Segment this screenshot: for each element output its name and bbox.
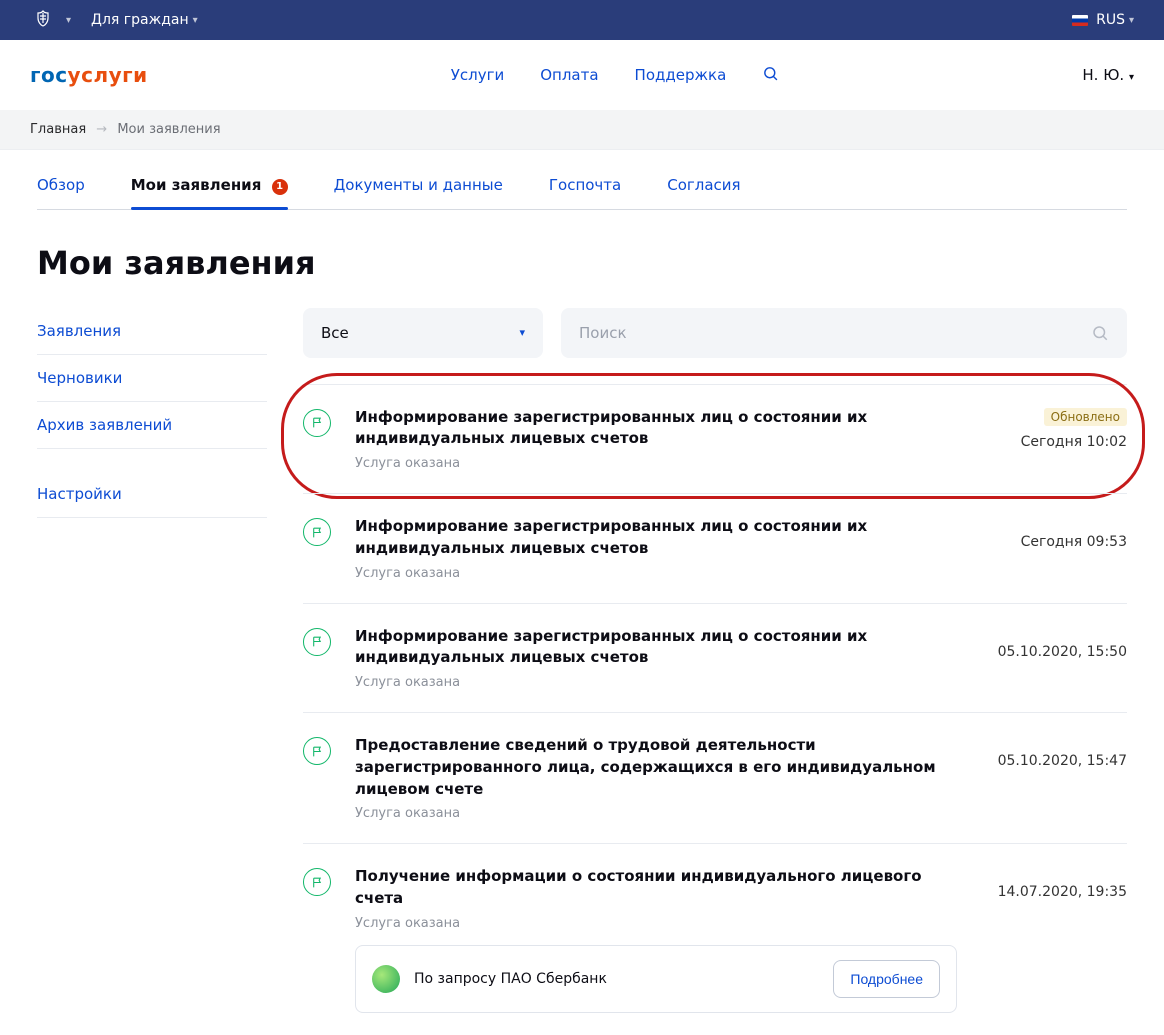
application-title: Предоставление сведений о трудовой деяте… (355, 735, 957, 800)
application-item[interactable]: Информирование зарегистрированных лиц о … (303, 603, 1127, 713)
sidebar-applications[interactable]: Заявления (37, 308, 267, 355)
search-icon (1091, 324, 1109, 342)
application-time: Сегодня 09:53 (991, 534, 1127, 550)
application-title: Информирование зарегистрированных лиц о … (355, 626, 957, 670)
flag-icon (303, 868, 331, 896)
application-title: Информирование зарегистрированных лиц о … (355, 516, 957, 560)
request-note: По запросу ПАО Сбербанк Подробнее (355, 945, 957, 1013)
tab-consents[interactable]: Согласия (667, 176, 740, 209)
breadcrumb-root[interactable]: Главная (30, 122, 86, 137)
note-text: По запросу ПАО Сбербанк (414, 971, 819, 987)
flag-icon (303, 628, 331, 656)
application-time: 05.10.2020, 15:50 (991, 644, 1127, 660)
application-time: 05.10.2020, 15:47 (991, 753, 1127, 769)
breadcrumb-current: Мои заявления (117, 122, 220, 137)
breadcrumb: Главная → Мои заявления (0, 110, 1164, 150)
application-status: Услуга оказана (355, 566, 957, 581)
flag-icon (303, 518, 331, 546)
sidebar: Заявления Черновики Архив заявлений Наст… (37, 308, 267, 518)
tabs: Обзор Мои заявления 1 Документы и данные… (37, 150, 1127, 210)
tab-overview[interactable]: Обзор (37, 176, 85, 209)
application-status: Услуга оказана (355, 916, 957, 931)
application-item[interactable]: Предоставление сведений о трудовой деяте… (303, 712, 1127, 843)
main-nav: госуслуги Услуги Оплата Поддержка Н. Ю. … (0, 40, 1164, 110)
logo[interactable]: госуслуги (30, 63, 148, 87)
tab-documents[interactable]: Документы и данные (334, 176, 503, 209)
badge-count: 1 (272, 179, 288, 195)
nav-support[interactable]: Поддержка (635, 66, 727, 84)
flag-icon (303, 737, 331, 765)
language-selector[interactable]: RUS (1096, 12, 1125, 28)
sidebar-settings[interactable]: Настройки (37, 471, 267, 518)
flag-ru-icon (1072, 15, 1088, 26)
caret-down-icon: ▾ (1129, 72, 1134, 83)
search-icon[interactable] (762, 65, 779, 86)
government-bar: ▾ Для граждан ▾ RUS ▾ (0, 0, 1164, 40)
nav-pay[interactable]: Оплата (540, 66, 598, 84)
nav-services[interactable]: Услуги (451, 66, 504, 84)
application-status: Услуга оказана (355, 456, 957, 471)
main-content: Все ▾ Поиск Информирование зарегистриров… (303, 308, 1127, 1035)
application-title: Получение информации о состоянии индивид… (355, 866, 957, 910)
application-item[interactable]: Информирование зарегистрированных лиц о … (303, 384, 1127, 494)
search-input[interactable]: Поиск (561, 308, 1127, 358)
sberbank-icon (372, 965, 400, 993)
details-button[interactable]: Подробнее (833, 960, 940, 998)
updated-badge: Обновлено (1044, 408, 1127, 426)
application-item[interactable]: Получение информации о состоянии индивид… (303, 843, 1127, 1035)
flag-icon (303, 409, 331, 437)
page-title: Мои заявления (37, 244, 1127, 282)
application-time: Сегодня 10:02 (991, 434, 1127, 450)
tab-my-applications[interactable]: Мои заявления 1 (131, 176, 288, 209)
arrow-right-icon: → (96, 122, 107, 137)
chevron-down-icon[interactable]: ▾ (193, 15, 198, 26)
application-status: Услуга оказана (355, 806, 957, 821)
chevron-down-icon[interactable]: ▾ (66, 15, 71, 26)
application-status: Услуга оказана (355, 675, 957, 690)
emblem-icon (30, 7, 56, 33)
audience-selector[interactable]: Для граждан (91, 12, 189, 28)
application-item[interactable]: Информирование зарегистрированных лиц о … (303, 493, 1127, 603)
chevron-down-icon[interactable]: ▾ (1129, 15, 1134, 26)
user-menu[interactable]: Н. Ю. ▾ (1082, 66, 1134, 84)
sidebar-drafts[interactable]: Черновики (37, 355, 267, 402)
tab-gospochta[interactable]: Госпочта (549, 176, 621, 209)
filter-select[interactable]: Все ▾ (303, 308, 543, 358)
application-title: Информирование зарегистрированных лиц о … (355, 407, 957, 451)
chevron-down-icon: ▾ (519, 326, 525, 339)
sidebar-archive[interactable]: Архив заявлений (37, 402, 267, 449)
application-time: 14.07.2020, 19:35 (991, 884, 1127, 900)
